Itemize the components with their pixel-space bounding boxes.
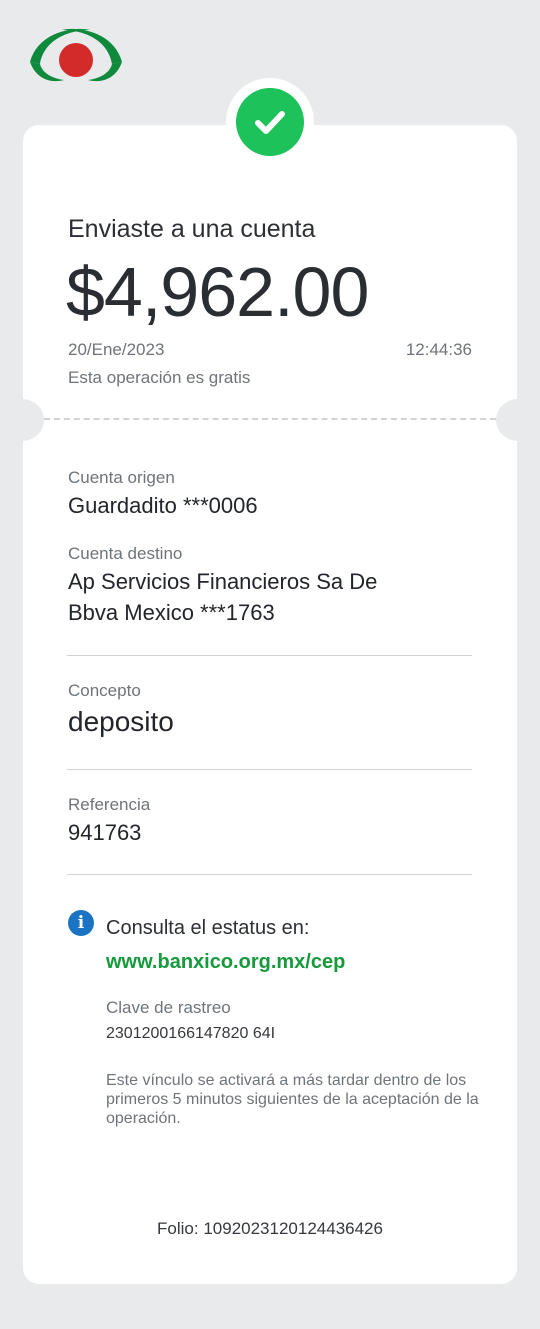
status-check-text: Consulta el estatus en: [106,917,310,939]
activation-note: Este vínculo se activará a más tardar de… [106,1072,479,1127]
ticket-notch-left [0,399,44,441]
fee-note: Esta operación es gratis [68,368,251,387]
concept-label: Concepto [68,681,141,700]
check-circle-icon [236,88,304,156]
divider [67,769,472,770]
brand-logo [24,22,128,82]
banxico-cep-link[interactable]: www.banxico.org.mx/cep [106,951,345,974]
reference-label: Referencia [68,795,151,814]
info-icon: i [68,910,94,936]
reference-value: 941763 [68,820,142,845]
destination-line-2: Bbva Mexico ***1763 [68,600,275,625]
success-badge [226,78,314,166]
transfer-date: 20/Ene/2023 [68,340,165,359]
folio-number: Folio: 1092023120124436426 [157,1219,383,1238]
transfer-time: 12:44:36 [405,340,472,359]
transfer-amount: $4,962.00 [66,253,369,331]
ticket-divider [44,418,496,420]
divider [67,874,472,875]
destination-line-1: Ap Servicios Financieros Sa De [68,569,378,594]
divider [67,655,472,656]
tracking-label: Clave de rastreo [106,998,231,1017]
origin-label: Cuenta origen [68,468,175,487]
tracking-value: 2301200166147820 64I [106,1025,276,1042]
transfer-title: Enviaste a una cuenta [68,215,316,243]
banxico-eagle-logo-icon [30,28,122,82]
origin-value: Guardadito ***0006 [68,493,258,518]
ticket-notch-right [496,399,540,441]
destination-label: Cuenta destino [68,544,183,563]
concept-value: deposito [68,706,174,737]
